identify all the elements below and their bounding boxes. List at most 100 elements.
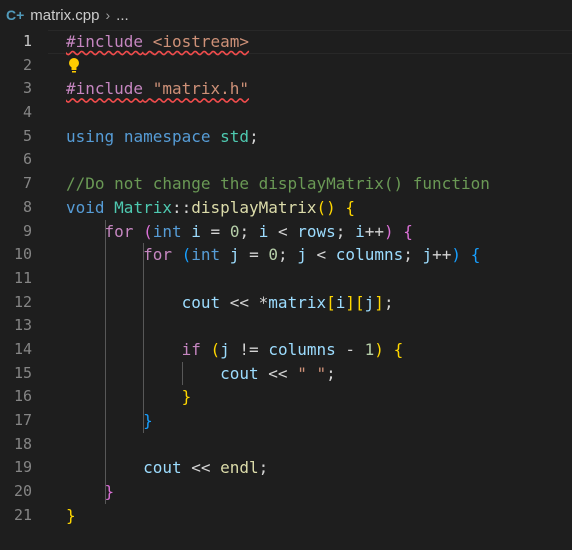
code-token: j [422, 245, 433, 265]
code-token: 0 [268, 245, 278, 265]
code-line[interactable]: 14 if (j != columns - 1) { [0, 338, 572, 362]
code-token: matrix [268, 292, 327, 312]
code-line[interactable]: 8 void Matrix::displayMatrix() { [0, 196, 572, 220]
code-token: " " [297, 363, 327, 383]
code-token: ] [345, 292, 356, 312]
code-token: ++ [364, 221, 384, 241]
code-text: cout << " "; [66, 362, 336, 386]
code-line[interactable]: 12 cout << *matrix[i][j]; [0, 291, 572, 315]
breadcrumb-more[interactable]: ... [116, 7, 129, 24]
code-token: { [403, 221, 413, 241]
code-token: int [191, 245, 221, 265]
line-number: 5 [22, 126, 32, 145]
code-text: } [66, 504, 76, 528]
code-token: <iostream> [152, 32, 250, 51]
code-token: [ [355, 292, 365, 312]
code-line[interactable]: 9 for (int i = 0; i < rows; i++) { [0, 220, 572, 244]
code-line[interactable]: 21} [0, 504, 572, 528]
code-token: #include [66, 32, 144, 51]
code-token: for [104, 221, 134, 241]
code-text: cout << endl; [66, 456, 268, 480]
code-line[interactable]: 10 for (int j = 0; j < columns; j++) { [0, 243, 572, 267]
code-token: ) [451, 245, 462, 265]
code-token: = [200, 221, 230, 241]
code-line[interactable]: 15 cout << " "; [0, 362, 572, 386]
line-number: 15 [13, 363, 32, 382]
line-number: 13 [13, 316, 32, 335]
line-number: 7 [22, 174, 32, 193]
code-token: { [470, 245, 481, 265]
code-line[interactable]: 18 [0, 433, 572, 457]
code-token: //Do not change the displayMatrix() func… [66, 174, 490, 194]
code-line[interactable]: 17 } [0, 409, 572, 433]
code-line[interactable]: 1 #include <iostream> [0, 30, 572, 54]
code-token: #include [66, 79, 144, 99]
breadcrumb-file[interactable]: matrix.cpp [30, 7, 99, 24]
code-token: cout [220, 363, 259, 383]
code-token: - [335, 339, 365, 359]
line-number: 12 [13, 292, 32, 311]
code-token: Matrix [114, 197, 172, 217]
code-editor[interactable]: 1 #include <iostream> 2 3 #include "matrix.h… [0, 30, 572, 527]
code-line[interactable]: 13 [0, 314, 572, 338]
code-token: 1 [364, 339, 375, 359]
code-token: using [66, 126, 115, 146]
line-number: 17 [13, 411, 32, 429]
code-token: { [345, 197, 356, 217]
line-number: 10 [13, 245, 32, 264]
cpp-file-icon: C+ [6, 7, 25, 23]
code-token: } [104, 482, 115, 502]
code-token: < [268, 221, 298, 241]
code-token: } [66, 505, 76, 525]
line-number: 19 [13, 458, 32, 477]
code-text: using namespace std; [66, 125, 259, 149]
code-token: i [258, 221, 269, 241]
code-text: void Matrix::displayMatrix() { [66, 196, 355, 220]
code-token: << [181, 458, 221, 478]
code-token: displayMatrix [191, 197, 317, 217]
code-line[interactable]: 3 #include "matrix.h" [0, 77, 572, 101]
code-token: endl [220, 458, 259, 478]
code-token: << [258, 363, 298, 383]
code-token: < [306, 245, 336, 265]
code-text: if (j != columns - 1) { [66, 338, 404, 362]
code-line[interactable]: 16 } [0, 385, 572, 409]
line-number: 1 [22, 32, 32, 50]
indent-guide [104, 219, 106, 504]
code-token: ; [239, 221, 259, 241]
code-token: namespace [123, 126, 211, 146]
code-line[interactable]: 7 //Do not change the displayMatrix() fun… [0, 172, 572, 196]
code-line[interactable]: 6 [0, 148, 572, 172]
code-token: :: [171, 197, 192, 217]
code-line[interactable]: 2 [0, 54, 572, 78]
line-number: 6 [22, 150, 32, 169]
line-number: 21 [13, 505, 32, 524]
breadcrumb: C+ matrix.cpp › ... [0, 0, 572, 30]
code-line[interactable]: 4 [0, 101, 572, 125]
code-token: { [393, 339, 404, 359]
line-number: 16 [13, 387, 32, 406]
code-token: << * [220, 292, 269, 312]
code-line[interactable]: 19 cout << endl; [0, 456, 572, 480]
line-number: 9 [22, 221, 32, 240]
code-line[interactable]: 5 using namespace std; [0, 125, 572, 149]
code-token: i [355, 221, 365, 241]
code-token: cout [181, 292, 221, 312]
lightbulb-icon[interactable] [68, 57, 80, 75]
code-line[interactable]: 11 [0, 267, 572, 291]
code-line[interactable]: 20 } [0, 480, 572, 504]
code-token: ++ [432, 245, 452, 265]
line-number: 8 [22, 197, 32, 216]
